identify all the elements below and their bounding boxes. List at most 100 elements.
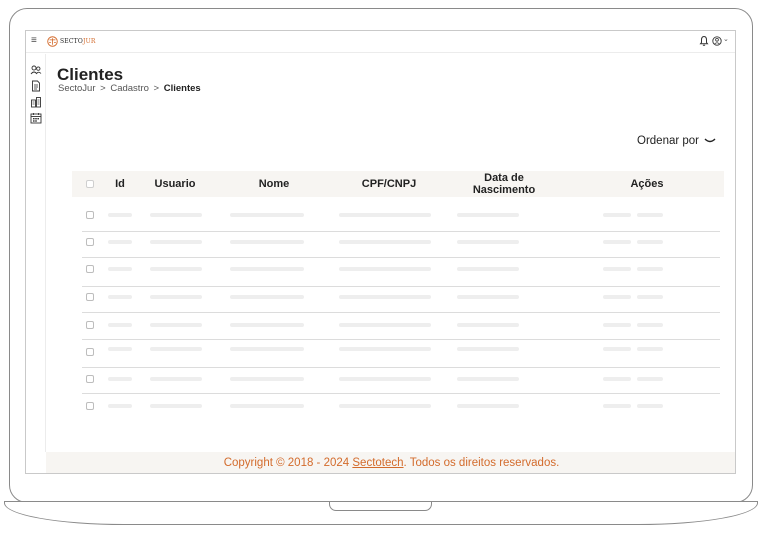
loading-placeholder — [108, 267, 132, 271]
loading-placeholder — [457, 404, 519, 408]
table-row[interactable] — [72, 284, 720, 311]
users-icon[interactable] — [30, 64, 42, 76]
loading-placeholder — [457, 347, 519, 351]
app-logo[interactable]: SECTOJUR — [47, 36, 96, 47]
footer-rights: . Todos os direitos reservados. — [403, 457, 560, 469]
breadcrumb-separator: > — [153, 83, 160, 94]
bell-icon[interactable] — [699, 35, 709, 47]
calendar-icon[interactable] — [30, 112, 42, 124]
row-checkbox[interactable] — [86, 348, 94, 356]
breadcrumb: SectoJur > Cadastro > Clientes — [58, 83, 201, 94]
row-checkbox[interactable] — [86, 321, 94, 329]
breadcrumb-item[interactable]: Cadastro — [110, 83, 149, 94]
row-checkbox[interactable] — [86, 293, 94, 301]
loading-placeholder — [150, 323, 202, 327]
loading-placeholder — [150, 267, 202, 271]
loading-placeholder — [230, 347, 304, 351]
table-row[interactable] — [72, 229, 720, 256]
row-checkbox[interactable] — [86, 375, 94, 383]
table-row[interactable] — [72, 339, 720, 366]
breadcrumb-current: Clientes — [163, 83, 201, 94]
loading-placeholder — [637, 404, 663, 408]
footer-copyright: Copyright © 2018 - 2024 — [223, 457, 350, 469]
user-icon[interactable] — [712, 35, 722, 47]
loading-placeholder — [150, 377, 202, 381]
row-checkbox[interactable] — [86, 238, 94, 246]
table-row[interactable] — [72, 256, 720, 283]
row-checkbox[interactable] — [86, 265, 94, 273]
loading-placeholder — [230, 267, 304, 271]
column-header-nome[interactable]: Nome — [232, 171, 316, 197]
row-divider — [82, 367, 720, 368]
row-divider — [82, 312, 720, 313]
loading-placeholder — [339, 295, 431, 299]
loading-placeholder — [150, 295, 202, 299]
loading-placeholder — [230, 404, 304, 408]
loading-placeholder — [339, 240, 431, 244]
loading-placeholder — [603, 377, 631, 381]
table-row[interactable] — [72, 393, 720, 420]
chevron-down-icon — [704, 138, 716, 143]
loading-placeholder — [230, 240, 304, 244]
document-icon[interactable] — [30, 80, 42, 92]
loading-placeholder — [603, 240, 631, 244]
chevron-down-icon[interactable]: ⌄ — [723, 35, 729, 43]
loading-placeholder — [637, 213, 663, 217]
column-header-id[interactable]: Id — [108, 171, 132, 197]
sort-dropdown[interactable]: Ordenar por — [637, 135, 716, 147]
loading-placeholder — [603, 347, 631, 351]
loading-placeholder — [108, 404, 132, 408]
loading-placeholder — [637, 323, 663, 327]
row-divider — [82, 286, 720, 287]
page-title: Clientes — [57, 65, 124, 84]
loading-placeholder — [150, 404, 202, 408]
loading-placeholder — [230, 377, 304, 381]
loading-placeholder — [457, 240, 519, 244]
loading-placeholder — [457, 267, 519, 271]
loading-placeholder — [457, 377, 519, 381]
loading-placeholder — [637, 295, 663, 299]
loading-placeholder — [150, 347, 202, 351]
column-header-cpf-cnpj[interactable]: CPF/CNPJ — [344, 171, 434, 197]
loading-placeholder — [339, 404, 431, 408]
loading-placeholder — [108, 377, 132, 381]
loading-placeholder — [603, 295, 631, 299]
loading-placeholder — [637, 240, 663, 244]
row-checkbox[interactable] — [86, 211, 94, 219]
footer-company-link[interactable]: Sectotech — [352, 457, 403, 469]
loading-placeholder — [457, 213, 519, 217]
table-row[interactable] — [72, 312, 720, 339]
loading-placeholder — [339, 213, 431, 217]
column-header-usuario[interactable]: Usuario — [144, 171, 206, 197]
select-all-checkbox[interactable] — [86, 180, 94, 188]
loading-placeholder — [230, 213, 304, 217]
building-icon[interactable] — [30, 96, 42, 108]
table-row[interactable] — [72, 366, 720, 393]
loading-placeholder — [150, 213, 202, 217]
breadcrumb-item[interactable]: SectoJur — [58, 83, 96, 94]
footer: Copyright © 2018 - 2024 Sectotech. Todos… — [46, 452, 735, 473]
loading-placeholder — [339, 267, 431, 271]
sidebar — [26, 54, 46, 452]
loading-placeholder — [637, 377, 663, 381]
row-divider — [82, 257, 720, 258]
scales-logo-icon — [47, 36, 58, 47]
app-window: ≡ SECTOJUR ⌄ Clientes SectoJur > Cadastr… — [25, 30, 736, 474]
loading-placeholder — [230, 295, 304, 299]
top-bar: ≡ SECTOJUR ⌄ — [26, 31, 735, 53]
column-header-acoes: Ações — [630, 178, 664, 190]
loading-placeholder — [230, 323, 304, 327]
row-checkbox[interactable] — [86, 402, 94, 410]
row-divider — [82, 339, 720, 340]
loading-placeholder — [108, 347, 132, 351]
column-header-data-nascimento[interactable]: Data de Nascimento — [464, 171, 544, 197]
row-divider — [82, 393, 720, 394]
loading-placeholder — [603, 323, 631, 327]
menu-icon[interactable]: ≡ — [31, 35, 37, 47]
table-row[interactable] — [72, 202, 720, 229]
loading-placeholder — [108, 295, 132, 299]
laptop-notch — [329, 502, 432, 511]
loading-placeholder — [108, 323, 132, 327]
loading-placeholder — [339, 323, 431, 327]
row-divider — [82, 231, 720, 232]
